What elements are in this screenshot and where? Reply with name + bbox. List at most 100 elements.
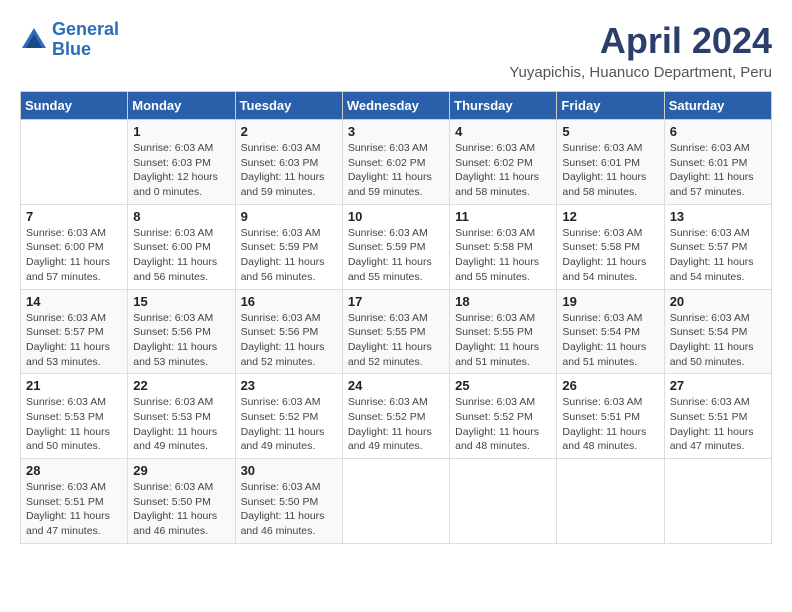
day-info: Sunrise: 6:03 AM Sunset: 5:57 PM Dayligh…: [670, 226, 766, 285]
day-number: 12: [562, 209, 658, 224]
calendar-cell: [342, 459, 449, 544]
calendar-cell: 5 Sunrise: 6:03 AM Sunset: 6:01 PM Daylig…: [557, 120, 664, 205]
logo: General Blue: [20, 20, 119, 60]
header-tuesday: Tuesday: [235, 92, 342, 120]
day-info: Sunrise: 6:03 AM Sunset: 6:02 PM Dayligh…: [455, 141, 551, 200]
day-number: 3: [348, 124, 444, 139]
logo-line2: Blue: [52, 39, 91, 59]
header-wednesday: Wednesday: [342, 92, 449, 120]
calendar-cell: 21Sunrise: 6:03 AM Sunset: 5:53 PM Dayli…: [21, 374, 128, 459]
header-thursday: Thursday: [450, 92, 557, 120]
header-monday: Monday: [128, 92, 235, 120]
calendar-cell: 14 Sunrise: 6:03 AM Sunset: 5:57 PM Dayli…: [21, 289, 128, 374]
day-info: Sunrise: 6:03 AM Sunset: 6:00 PM Dayligh…: [133, 226, 229, 285]
day-number: 23: [241, 378, 337, 393]
day-number: 9: [241, 209, 337, 224]
calendar-cell: 29 Sunrise: 6:03 AM Sunset: 5:50 PM Dayli…: [128, 459, 235, 544]
calendar-cell: 10Sunrise: 6:03 AM Sunset: 5:59 PM Dayli…: [342, 204, 449, 289]
day-info: Sunrise: 6:03 AM Sunset: 6:01 PM Dayligh…: [670, 141, 766, 200]
day-info: Sunrise: 6:03 AM Sunset: 5:57 PM Dayligh…: [26, 311, 122, 370]
day-number: 29: [133, 463, 229, 478]
calendar-cell: 28 Sunrise: 6:03 AM Sunset: 5:51 PM Dayli…: [21, 459, 128, 544]
day-number: 17: [348, 294, 444, 309]
day-info: Sunrise: 6:03 AM Sunset: 5:59 PM Dayligh…: [241, 226, 337, 285]
day-info: Sunrise: 6:03 AM Sunset: 5:54 PM Dayligh…: [562, 311, 658, 370]
calendar-cell: 22 Sunrise: 6:03 AM Sunset: 5:53 PM Dayli…: [128, 374, 235, 459]
day-number: 14: [26, 294, 122, 309]
day-info: Sunrise: 6:03 AM Sunset: 6:02 PM Dayligh…: [348, 141, 444, 200]
day-number: 2: [241, 124, 337, 139]
logo-text: General Blue: [52, 20, 119, 60]
day-info: Sunrise: 6:03 AM Sunset: 5:55 PM Dayligh…: [348, 311, 444, 370]
logo-line1: General: [52, 19, 119, 39]
day-number: 21: [26, 378, 122, 393]
calendar-cell: [21, 120, 128, 205]
day-info: Sunrise: 6:03 AM Sunset: 5:52 PM Dayligh…: [241, 395, 337, 454]
day-info: Sunrise: 6:03 AM Sunset: 5:51 PM Dayligh…: [670, 395, 766, 454]
day-info: Sunrise: 6:03 AM Sunset: 5:58 PM Dayligh…: [455, 226, 551, 285]
calendar-cell: 24 Sunrise: 6:03 AM Sunset: 5:52 PM Dayli…: [342, 374, 449, 459]
week-row-3: 14 Sunrise: 6:03 AM Sunset: 5:57 PM Dayli…: [21, 289, 772, 374]
day-number: 5: [562, 124, 658, 139]
header-sunday: Sunday: [21, 92, 128, 120]
day-info: Sunrise: 6:03 AM Sunset: 5:58 PM Dayligh…: [562, 226, 658, 285]
day-number: 28: [26, 463, 122, 478]
title-block: April 2024 Yuyapichis, Huanuco Departmen…: [509, 20, 772, 81]
day-info: Sunrise: 6:03 AM Sunset: 5:51 PM Dayligh…: [26, 480, 122, 539]
calendar-header-row: SundayMondayTuesdayWednesdayThursdayFrid…: [21, 92, 772, 120]
day-info: Sunrise: 6:03 AM Sunset: 5:53 PM Dayligh…: [133, 395, 229, 454]
day-info: Sunrise: 6:03 AM Sunset: 6:03 PM Dayligh…: [133, 141, 229, 200]
calendar-cell: 17 Sunrise: 6:03 AM Sunset: 5:55 PM Dayli…: [342, 289, 449, 374]
day-number: 8: [133, 209, 229, 224]
day-info: Sunrise: 6:03 AM Sunset: 5:59 PM Dayligh…: [348, 226, 444, 285]
day-info: Sunrise: 6:03 AM Sunset: 5:52 PM Dayligh…: [348, 395, 444, 454]
calendar-table: SundayMondayTuesdayWednesdayThursdayFrid…: [20, 91, 772, 544]
day-info: Sunrise: 6:03 AM Sunset: 5:56 PM Dayligh…: [241, 311, 337, 370]
calendar-cell: 6 Sunrise: 6:03 AM Sunset: 6:01 PM Daylig…: [664, 120, 771, 205]
day-number: 24: [348, 378, 444, 393]
day-number: 13: [670, 209, 766, 224]
logo-icon: [20, 26, 48, 54]
calendar-cell: 8 Sunrise: 6:03 AM Sunset: 6:00 PM Daylig…: [128, 204, 235, 289]
calendar-cell: [664, 459, 771, 544]
calendar-cell: 19 Sunrise: 6:03 AM Sunset: 5:54 PM Dayli…: [557, 289, 664, 374]
calendar-cell: 20Sunrise: 6:03 AM Sunset: 5:54 PM Dayli…: [664, 289, 771, 374]
day-info: Sunrise: 6:03 AM Sunset: 6:00 PM Dayligh…: [26, 226, 122, 285]
page-header: General Blue April 2024 Yuyapichis, Huan…: [20, 20, 772, 81]
day-number: 27: [670, 378, 766, 393]
calendar-cell: [557, 459, 664, 544]
header-saturday: Saturday: [664, 92, 771, 120]
day-number: 16: [241, 294, 337, 309]
calendar-cell: 16 Sunrise: 6:03 AM Sunset: 5:56 PM Dayli…: [235, 289, 342, 374]
day-number: 18: [455, 294, 551, 309]
day-number: 30: [241, 463, 337, 478]
header-friday: Friday: [557, 92, 664, 120]
calendar-subtitle: Yuyapichis, Huanuco Department, Peru: [509, 64, 772, 81]
calendar-cell: 3 Sunrise: 6:03 AM Sunset: 6:02 PM Daylig…: [342, 120, 449, 205]
day-number: 15: [133, 294, 229, 309]
calendar-cell: 4Sunrise: 6:03 AM Sunset: 6:02 PM Daylig…: [450, 120, 557, 205]
calendar-cell: 27 Sunrise: 6:03 AM Sunset: 5:51 PM Dayli…: [664, 374, 771, 459]
day-info: Sunrise: 6:03 AM Sunset: 5:51 PM Dayligh…: [562, 395, 658, 454]
day-number: 6: [670, 124, 766, 139]
calendar-cell: 12 Sunrise: 6:03 AM Sunset: 5:58 PM Dayli…: [557, 204, 664, 289]
day-info: Sunrise: 6:03 AM Sunset: 5:50 PM Dayligh…: [133, 480, 229, 539]
day-info: Sunrise: 6:03 AM Sunset: 6:03 PM Dayligh…: [241, 141, 337, 200]
day-number: 19: [562, 294, 658, 309]
day-number: 7: [26, 209, 122, 224]
calendar-cell: 23 Sunrise: 6:03 AM Sunset: 5:52 PM Dayli…: [235, 374, 342, 459]
calendar-cell: 25Sunrise: 6:03 AM Sunset: 5:52 PM Dayli…: [450, 374, 557, 459]
calendar-cell: 11Sunrise: 6:03 AM Sunset: 5:58 PM Dayli…: [450, 204, 557, 289]
day-info: Sunrise: 6:03 AM Sunset: 5:56 PM Dayligh…: [133, 311, 229, 370]
week-row-2: 7 Sunrise: 6:03 AM Sunset: 6:00 PM Daylig…: [21, 204, 772, 289]
day-number: 26: [562, 378, 658, 393]
day-number: 22: [133, 378, 229, 393]
calendar-cell: 1 Sunrise: 6:03 AM Sunset: 6:03 PM Daylig…: [128, 120, 235, 205]
calendar-cell: 9 Sunrise: 6:03 AM Sunset: 5:59 PM Daylig…: [235, 204, 342, 289]
day-number: 1: [133, 124, 229, 139]
calendar-cell: [450, 459, 557, 544]
calendar-cell: 26 Sunrise: 6:03 AM Sunset: 5:51 PM Dayli…: [557, 374, 664, 459]
calendar-cell: 30Sunrise: 6:03 AM Sunset: 5:50 PM Dayli…: [235, 459, 342, 544]
day-info: Sunrise: 6:03 AM Sunset: 6:01 PM Dayligh…: [562, 141, 658, 200]
calendar-cell: 15 Sunrise: 6:03 AM Sunset: 5:56 PM Dayli…: [128, 289, 235, 374]
